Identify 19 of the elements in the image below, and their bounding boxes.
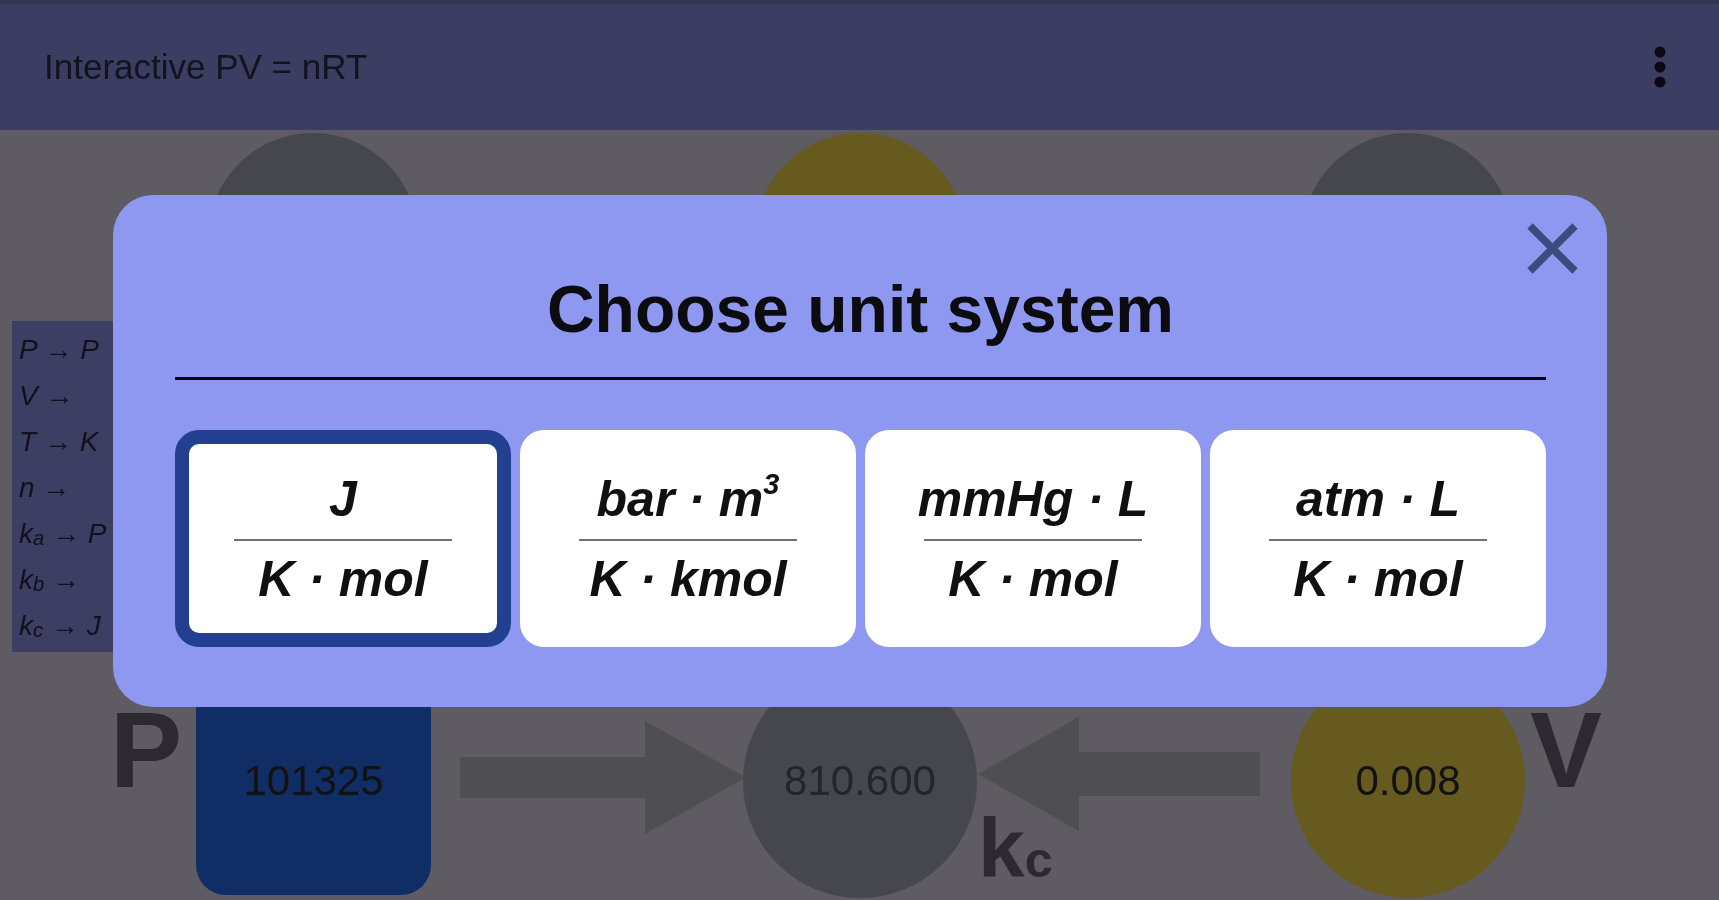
unit-option[interactable]: atm · L K · mol <box>1210 430 1546 647</box>
menu-button[interactable] <box>1654 46 1666 88</box>
legend-item: k$_{a}$ → P <box>19 517 107 552</box>
legend-item: n → <box>19 471 71 505</box>
menu-icon <box>1654 46 1666 88</box>
close-icon <box>1526 222 1579 275</box>
legend-item: P → P <box>19 333 99 367</box>
dialog-title: Choose unit system <box>546 271 1175 348</box>
legend-item: k$_{c}$ → J <box>19 609 101 644</box>
legend-item: T → K <box>19 425 99 459</box>
unit-option[interactable]: bar · m$^{3}$ K · kmol <box>520 430 856 647</box>
node-value: 101325 <box>243 757 384 805</box>
close-button[interactable] <box>1526 222 1579 275</box>
legend-item: V → <box>19 379 74 413</box>
unit-option[interactable]: mmHg · L K · mol <box>865 430 1201 647</box>
legend-item: k$_{b}$ → <box>19 563 80 598</box>
unit-option[interactable]: J K · mol <box>175 430 511 647</box>
node-value: 0.008 <box>1355 757 1461 805</box>
app-title: Interactive PV = nRT <box>44 46 368 88</box>
